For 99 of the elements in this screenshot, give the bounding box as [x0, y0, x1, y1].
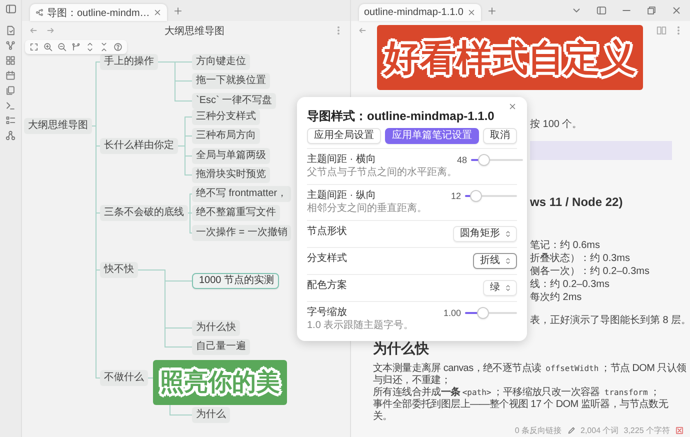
sidebar-toggle-icon[interactable]: [4, 3, 16, 15]
mindmap-node[interactable]: 快不快: [100, 262, 138, 278]
setting-description: 相邻分支之间的垂直距离。: [307, 203, 427, 215]
zoom-in-icon[interactable]: [43, 42, 53, 52]
close-icon[interactable]: [508, 102, 517, 111]
tab[interactable]: outline-mindmap-1.1.0: [359, 4, 480, 21]
close-icon[interactable]: [671, 5, 682, 16]
dropdown[interactable]: 圆角矩形: [453, 226, 517, 242]
dialog-button[interactable]: 应用全局设置: [307, 128, 381, 144]
grid-icon[interactable]: [5, 55, 16, 66]
sync-status-icon[interactable]: [675, 426, 684, 435]
mindmap-node[interactable]: 为什么快: [192, 320, 240, 336]
mindmap-node[interactable]: 长什么样由你定: [100, 138, 178, 154]
new-tab-icon[interactable]: [486, 6, 496, 16]
text-line: 按 100 个。: [530, 118, 582, 131]
list-item: 侧各一次）：约 0.2–0.3ms: [530, 265, 650, 278]
slider-value: 48: [457, 154, 468, 166]
list-icon[interactable]: [5, 115, 16, 126]
terminal-icon[interactable]: [5, 100, 16, 111]
mindmap-node[interactable]: 1000 节点的实测: [192, 273, 280, 289]
mindmap-node[interactable]: 一次操作 = 一次撤销: [192, 225, 292, 241]
collapse-icon[interactable]: [99, 42, 109, 52]
back-icon[interactable]: [357, 25, 368, 36]
paragraph: 事件全部委托到图层上——整个视图 17 个 DOM 监听器，与节点数无关。: [373, 399, 670, 423]
slider-value: 1.00: [443, 307, 461, 319]
updown-icon[interactable]: [504, 257, 512, 265]
pencil-icon[interactable]: [566, 426, 576, 435]
updown-icon[interactable]: [504, 230, 512, 238]
zoom-out-icon[interactable]: [57, 42, 67, 52]
list-item: 线：约 0.2–0.3ms: [530, 278, 610, 291]
mindmap-node[interactable]: 为什么: [192, 407, 230, 423]
section-heading: 为什么快: [373, 340, 429, 357]
forward-icon[interactable]: [45, 25, 56, 36]
new-tab-icon[interactable]: [172, 6, 183, 16]
close-icon[interactable]: [152, 8, 162, 17]
slider[interactable]: [471, 155, 524, 165]
setting-label: 主题间距 · 纵向: [307, 190, 377, 202]
mindmap-node[interactable]: 三种分支样式: [192, 109, 260, 125]
mindmap-icon[interactable]: [35, 8, 44, 17]
tab[interactable]: 导图：outline-mindm…: [30, 4, 167, 21]
restore-icon[interactable]: [646, 5, 657, 16]
dropdown[interactable]: 绿: [483, 280, 517, 296]
reading-view-icon[interactable]: [656, 25, 667, 36]
fit-screen-icon[interactable]: [29, 42, 39, 52]
mindmap-node[interactable]: 绝不写 frontmatter，: [192, 186, 292, 202]
list-item: 每次约 2ms: [530, 291, 583, 304]
mindmap-node[interactable]: 绝不整篇重写文件: [192, 205, 280, 221]
setting-description: 1.0 表示跟随主题字号。: [307, 320, 414, 332]
slider-thumb[interactable]: [478, 308, 488, 318]
calendar-icon[interactable]: [5, 70, 16, 81]
list-item: 笔记：约 0.6ms: [530, 239, 602, 252]
character-count: 3,225 个字符: [624, 425, 670, 436]
section-heading: ws 11 / Node 22): [530, 196, 623, 209]
setting-label: 字号缩放: [307, 307, 348, 319]
expand-icon[interactable]: [85, 42, 95, 52]
help-icon[interactable]: [113, 42, 123, 52]
mindmap-node[interactable]: 三种布局方向: [192, 128, 260, 144]
tab-title[interactable]: outline-mindmap-1.1.0: [364, 7, 464, 18]
sidebar-toggle-icon[interactable]: [596, 5, 607, 16]
view-title: 大纲思维导图: [164, 24, 226, 38]
file-icon[interactable]: [5, 25, 16, 36]
slider-value: 12: [450, 190, 461, 202]
slider[interactable]: [465, 308, 517, 318]
dialog-title: 导图样式：outline-mindmap-1.1.0: [307, 109, 494, 123]
list-item: 折叠状态）：约 0.3ms: [530, 252, 632, 265]
mindmap-node[interactable]: 不做什么: [100, 370, 148, 386]
setting-label: 分支样式: [307, 253, 347, 265]
setting-label: 主题间距 · 横向: [307, 154, 377, 166]
slider[interactable]: [465, 191, 517, 201]
sticker-label: 照亮你的美: [153, 360, 287, 405]
graph-icon[interactable]: [5, 40, 16, 51]
mindmap-node[interactable]: 手上的操作: [100, 54, 158, 70]
mindmap-node[interactable]: 方向键走位: [192, 54, 250, 70]
setting-label: 配色方案: [307, 280, 347, 292]
setting-description: 父节点与子节点之间的水平距离。: [307, 167, 457, 179]
mindmap-node[interactable]: 全局与单篇两级: [192, 148, 270, 164]
network-icon[interactable]: [5, 130, 16, 141]
paragraph: 文本测量走离屏 canvas，绝不逐节点读 offsetWidth ；节点 DOM 只认领与归还，不重建；: [373, 363, 687, 386]
slider-thumb[interactable]: [471, 191, 482, 201]
paragraph: 所有连线合并成一条 <path> ；平移缩放只改一次容器 transform ；: [373, 387, 660, 398]
dialog-button[interactable]: 取消: [483, 128, 517, 144]
updown-icon[interactable]: [504, 284, 512, 292]
mindmap-node[interactable]: `Esc` 一律不写盘: [192, 93, 276, 109]
branch-icon[interactable]: [71, 42, 81, 52]
text-line: 表，正好演示了导图能长到第 8 层。: [530, 314, 690, 327]
mindmap-node[interactable]: 拖滑块实时预览: [192, 167, 270, 183]
word-count: 2,004 个词: [580, 425, 619, 436]
copy-icon[interactable]: [5, 85, 16, 96]
sticker-label: 好看样式自定义: [377, 25, 643, 90]
mindmap-node[interactable]: 拖一下就换位置: [192, 73, 270, 89]
back-icon[interactable]: [28, 25, 39, 36]
close-icon[interactable]: [466, 8, 476, 17]
mindmap-node[interactable]: 自己量一遍: [192, 339, 250, 355]
slider-thumb[interactable]: [479, 155, 490, 165]
dialog-button[interactable]: 应用单篇笔记设置: [385, 128, 479, 144]
dropdown[interactable]: 折线: [473, 253, 517, 269]
mindmap-node[interactable]: 大纲思维导图: [24, 118, 92, 134]
setting-label: 节点形状: [307, 226, 347, 238]
mindmap-node[interactable]: 三条不会破的底线: [100, 205, 188, 221]
